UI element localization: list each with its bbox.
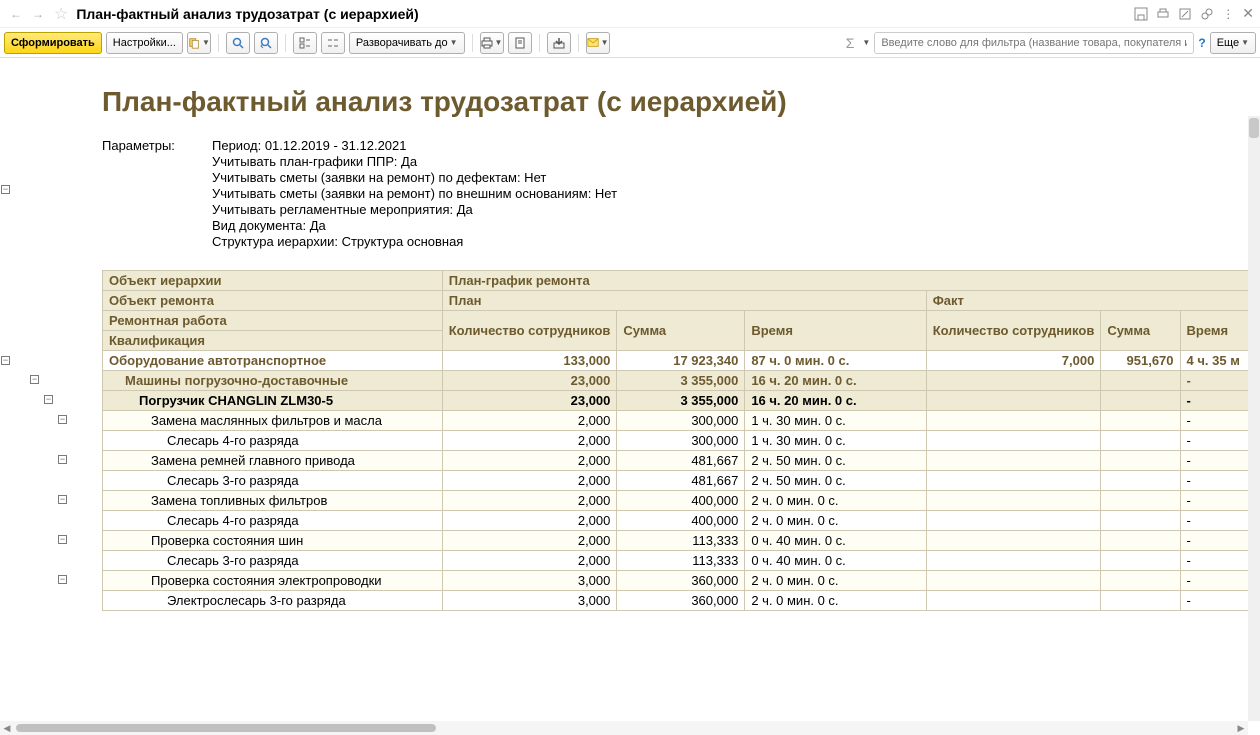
outline-toggle[interactable]: − — [58, 575, 67, 584]
col-plan-graph: План-график ремонта — [442, 271, 1259, 291]
col-rem-work: Ремонтная работа — [103, 311, 443, 331]
outline-toggle[interactable]: − — [44, 395, 53, 404]
col-obj-rem: Объект ремонта — [103, 291, 443, 311]
sheet-button[interactable] — [508, 32, 532, 54]
scroll-right-icon[interactable]: ▶ — [1234, 721, 1248, 735]
vertical-scrollbar[interactable] — [1248, 116, 1260, 721]
close-icon[interactable]: ✕ — [1242, 5, 1254, 22]
outline-toggle[interactable]: − — [58, 415, 67, 424]
form-button[interactable]: Сформировать — [4, 32, 102, 54]
col-plan: План — [442, 291, 926, 311]
print-icon[interactable] — [1156, 7, 1170, 21]
table-row[interactable]: Слесарь 3-го разряда2,000481,6672 ч. 50 … — [103, 471, 1260, 491]
find-next-button[interactable] — [254, 32, 278, 54]
variants-button[interactable]: ▼ — [187, 32, 211, 54]
collapse-all-button[interactable] — [321, 32, 345, 54]
compose-icon[interactable] — [1178, 7, 1192, 21]
param-line: Вид документа: Да — [212, 218, 617, 233]
params-lines: Период: 01.12.2019 - 31.12.2021Учитывать… — [212, 138, 617, 250]
save-icon[interactable] — [1134, 7, 1148, 21]
col-fact: Факт — [926, 291, 1259, 311]
expand-all-button[interactable] — [293, 32, 317, 54]
table-row[interactable]: Проверка состояния шин2,000113,3330 ч. 4… — [103, 531, 1260, 551]
outline-toggle[interactable]: − — [58, 495, 67, 504]
sigma-icon[interactable]: Σ — [846, 35, 855, 51]
favorite-star-icon[interactable]: ☆ — [54, 4, 68, 24]
settings-button[interactable]: Настройки... — [106, 32, 183, 54]
nav-forward-button[interactable]: → — [28, 4, 48, 24]
link-icon[interactable] — [1200, 7, 1214, 21]
col-qual: Квалификация — [103, 331, 443, 351]
param-line: Учитывать сметы (заявки на ремонт) по де… — [212, 170, 617, 185]
outline-toggle[interactable]: − — [1, 356, 10, 365]
horizontal-scrollbar[interactable]: ◀ ▶ — [0, 721, 1248, 735]
col-plan-time: Время — [745, 311, 926, 351]
outline-toggle[interactable]: − — [58, 455, 67, 464]
table-row[interactable]: Электрослесарь 3-го разряда3,000360,0002… — [103, 591, 1260, 611]
param-line: Учитывать план-графики ППР: Да — [212, 154, 617, 169]
email-button[interactable]: ▼ — [586, 32, 610, 54]
params-label: Параметры: — [102, 138, 212, 250]
outline-toggle[interactable]: − — [1, 185, 10, 194]
help-icon[interactable]: ? — [1198, 36, 1205, 50]
find-button[interactable] — [226, 32, 250, 54]
report-title: План-фактный анализ трудозатрат (с иерар… — [102, 86, 1260, 118]
col-fact-qty: Количество сотрудников — [926, 311, 1101, 351]
scroll-left-icon[interactable]: ◀ — [0, 721, 14, 735]
table-row[interactable]: Машины погрузочно-доставочные23,0003 355… — [103, 371, 1260, 391]
report-table: Объект иерархии План-график ремонта Объе… — [102, 270, 1260, 611]
expand-to-button[interactable]: Разворачивать до▼ — [349, 32, 465, 54]
table-row[interactable]: Проверка состояния электропроводки3,0003… — [103, 571, 1260, 591]
more-button[interactable]: Еще▼ — [1210, 32, 1256, 54]
table-row[interactable]: Замена маслянных фильтров и масла2,00030… — [103, 411, 1260, 431]
table-row[interactable]: Погрузчик CHANGLIN ZLM30-523,0003 355,00… — [103, 391, 1260, 411]
table-row[interactable]: Замена топливных фильтров2,000400,0002 ч… — [103, 491, 1260, 511]
table-row[interactable]: Слесарь 4-го разряда2,000300,0001 ч. 30 … — [103, 431, 1260, 451]
more-vert-icon[interactable]: ⋮ — [1222, 7, 1234, 21]
table-row[interactable]: Слесарь 4-го разряда2,000400,0002 ч. 0 м… — [103, 511, 1260, 531]
param-line: Период: 01.12.2019 - 31.12.2021 — [212, 138, 617, 153]
save-as-button[interactable] — [547, 32, 571, 54]
param-line: Учитывать сметы (заявки на ремонт) по вн… — [212, 186, 617, 201]
page-title: План-фактный анализ трудозатрат (с иерар… — [76, 6, 1134, 22]
outline-toggle[interactable]: − — [58, 535, 67, 544]
col-plan-sum: Сумма — [617, 311, 745, 351]
table-row[interactable]: Оборудование автотранспортное133,00017 9… — [103, 351, 1260, 371]
nav-back-button[interactable]: ← — [6, 4, 26, 24]
print-button[interactable]: ▼ — [480, 32, 504, 54]
col-plan-qty: Количество сотрудников — [442, 311, 617, 351]
param-line: Структура иерархии: Структура основная — [212, 234, 617, 249]
filter-input[interactable] — [874, 32, 1194, 54]
outline-toggle[interactable]: − — [30, 375, 39, 384]
table-row[interactable]: Замена ремней главного привода2,000481,6… — [103, 451, 1260, 471]
col-fact-sum: Сумма — [1101, 311, 1180, 351]
col-obj-hier: Объект иерархии — [103, 271, 443, 291]
table-row[interactable]: Слесарь 3-го разряда2,000113,3330 ч. 40 … — [103, 551, 1260, 571]
param-line: Учитывать регламентные мероприятия: Да — [212, 202, 617, 217]
outline-gutter: − − — [0, 58, 12, 735]
sigma-dropdown-icon[interactable]: ▼ — [862, 38, 870, 47]
